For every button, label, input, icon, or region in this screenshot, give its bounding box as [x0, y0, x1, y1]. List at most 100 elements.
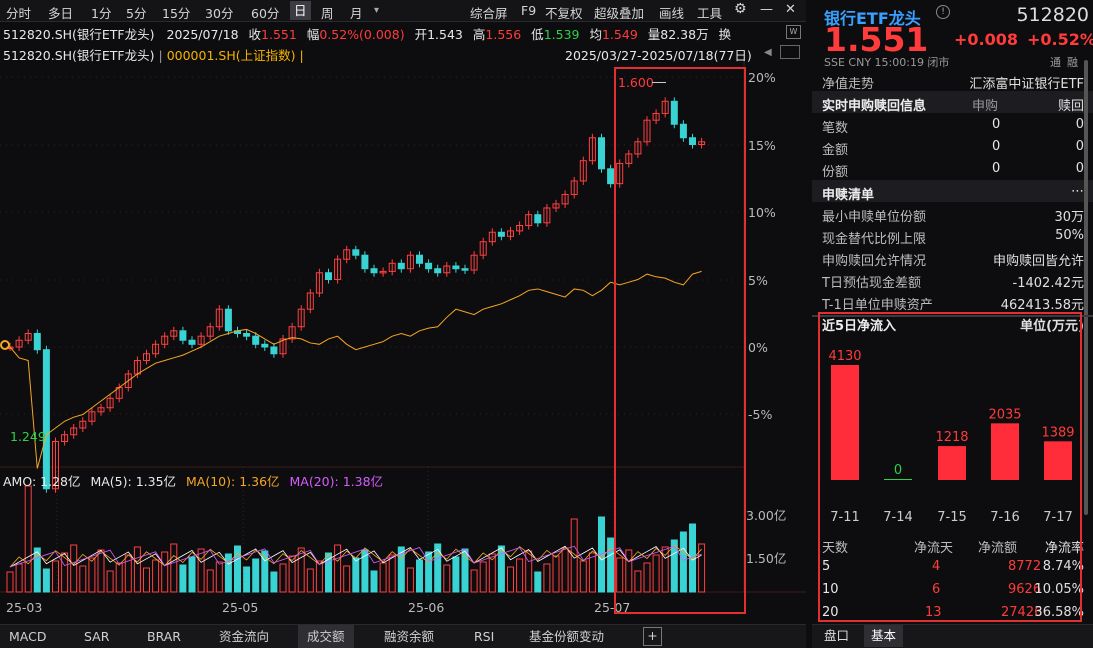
tool-combined[interactable]: 综合屏 — [470, 3, 508, 22]
axis-5: 5% — [748, 273, 768, 288]
tool-no-adjust[interactable]: 不复权 — [545, 3, 583, 22]
list-row: 申购赎回允许情况 申购赎回皆允许 — [822, 254, 1084, 269]
info-close: 1.551 — [261, 27, 297, 42]
volume-bar — [543, 563, 551, 593]
gear-icon[interactable]: ⚙ — [734, 1, 747, 17]
settings-small-icon[interactable]: W — [786, 25, 801, 39]
info-vol-label: 量 — [647, 27, 661, 42]
period-60min[interactable]: 60分 — [251, 3, 279, 22]
info-chg-label: 幅 — [306, 27, 320, 42]
volume-bar — [133, 546, 141, 593]
highlight-box-recent — [614, 67, 746, 614]
nav-row[interactable]: 净值走势 汇添富中证银行ETF — [822, 73, 1084, 92]
legend-compare[interactable]: 000001.SH(上证指数) — [167, 48, 296, 63]
volume-legend: AMO: 1.28亿 MA(5): 1.35亿 MA(10): 1.36亿 MA… — [3, 471, 383, 490]
volume-bar — [461, 548, 469, 593]
candle — [598, 137, 605, 170]
volume-bar — [224, 553, 232, 593]
period-fenshi[interactable]: 分时 — [6, 3, 31, 22]
volume-bar — [379, 562, 387, 593]
ma5-label: MA(5): 1.35亿 — [90, 474, 177, 489]
market-meta: SSE CNY 15:00:19 闭市 — [824, 56, 950, 69]
compare-line — [9, 270, 702, 469]
volume-bar — [306, 568, 314, 593]
volume-bar — [270, 571, 278, 593]
axis-0: 0% — [748, 340, 768, 355]
vol-axis-15: 1.50亿 — [746, 551, 787, 566]
tab-margin[interactable]: 融资余额 — [375, 625, 443, 648]
volume-bar — [534, 571, 542, 593]
candle — [42, 349, 50, 490]
volume-bar — [24, 485, 32, 593]
info-open-label: 开 — [414, 27, 428, 42]
tool-draw[interactable]: 画线 — [659, 3, 684, 22]
axis-20: 20% — [748, 70, 776, 85]
volume-bar — [343, 565, 351, 593]
volume-bar — [88, 557, 96, 593]
more-icon[interactable]: ⋯ — [1071, 184, 1084, 199]
candle — [461, 268, 469, 271]
candle — [497, 231, 505, 237]
realtime-row: 份额 0 0 — [822, 161, 1084, 180]
list-title: 申赎清单 — [822, 188, 875, 203]
period-day[interactable]: 日 — [290, 1, 311, 20]
candle — [370, 268, 378, 274]
candle — [607, 168, 615, 185]
candle — [224, 308, 232, 332]
tab-basic[interactable]: 基本 — [864, 625, 904, 647]
range-icon[interactable] — [780, 45, 800, 59]
tool-overlay[interactable]: 超级叠加 — [594, 3, 644, 22]
tab-orderbook[interactable]: 盘口 — [818, 625, 855, 647]
tab-fund-shares[interactable]: 基金份额变动 — [520, 625, 613, 648]
volume-bar — [315, 560, 323, 593]
vol-axis-3: 3.00亿 — [746, 508, 787, 523]
period-week[interactable]: 周 — [321, 3, 334, 22]
volume-bar — [79, 565, 87, 593]
period-more-icon[interactable]: ▾ — [374, 5, 379, 16]
period-month[interactable]: 月 — [350, 3, 363, 22]
volume-bar — [561, 547, 569, 593]
volume-bar — [279, 563, 287, 593]
tool-f9[interactable]: F9 — [521, 3, 536, 18]
tab-turnover[interactable]: 成交额 — [298, 625, 354, 648]
realtime-header: 实时申购赎回信息 申购 赎回 — [822, 95, 1084, 114]
tab-rsi[interactable]: RSI — [465, 625, 503, 648]
nav-label: 净值走势 — [822, 77, 875, 92]
volume-bar — [588, 552, 596, 593]
volume-bar — [516, 558, 524, 593]
start-marker-icon — [0, 340, 10, 350]
realtime-row: 金额 0 0 — [822, 139, 1084, 158]
volume-bar — [406, 567, 414, 593]
volume-bar — [334, 544, 342, 593]
volume-bar — [52, 560, 59, 593]
info-date: 2025/07/18 — [166, 27, 239, 42]
volume-bar — [115, 562, 123, 593]
volume-bar — [152, 559, 160, 593]
tab-fund-flow[interactable]: 资金流向 — [210, 625, 278, 648]
close-icon[interactable]: ✕ — [785, 2, 796, 17]
period-15min[interactable]: 15分 — [162, 3, 190, 22]
info-icon[interactable]: ! — [936, 5, 950, 19]
volume-bar — [206, 569, 214, 593]
candle — [188, 339, 196, 345]
candle — [243, 333, 251, 337]
add-tab-icon[interactable]: + — [643, 627, 662, 646]
minimize-icon[interactable]: — — [760, 2, 773, 17]
indicator-tabs: MACD SAR BRAR 资金流向 成交额 融资余额 RSI 基金份额变动 + — [0, 624, 806, 648]
expand-left-icon[interactable]: ◀ — [764, 47, 774, 59]
legend-main[interactable]: 512820.SH(银行ETF龙头) — [3, 48, 155, 63]
period-5min[interactable]: 5分 — [126, 3, 146, 22]
tab-sar[interactable]: SAR — [75, 625, 118, 648]
info-chg: 0.52%(0.008) — [319, 27, 405, 42]
period-30min[interactable]: 30分 — [205, 3, 233, 22]
list-row: T-1日单位申赎资产 462413.58元 — [822, 298, 1084, 313]
tab-brar[interactable]: BRAR — [138, 625, 190, 648]
volume-bar — [42, 568, 50, 593]
volume-bar — [388, 554, 396, 593]
tool-tools[interactable]: 工具 — [697, 3, 722, 22]
period-multiday[interactable]: 多日 — [48, 3, 73, 22]
volume-bar — [170, 543, 178, 593]
period-1min[interactable]: 1分 — [91, 3, 111, 22]
axis-15: 15% — [748, 138, 776, 153]
tab-macd[interactable]: MACD — [0, 625, 55, 648]
